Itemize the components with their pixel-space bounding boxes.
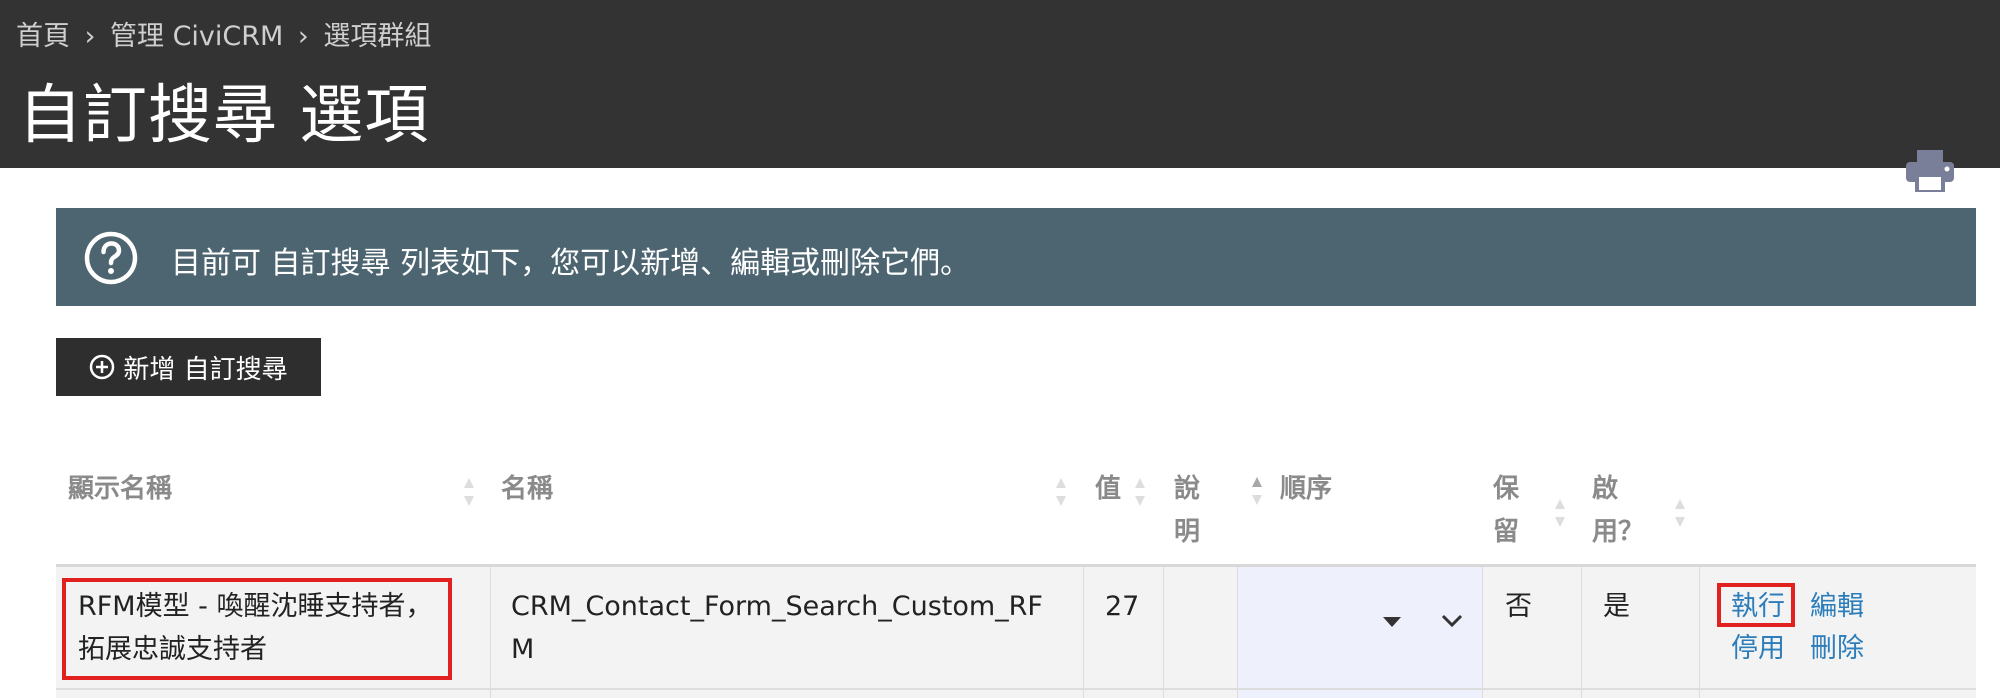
breadcrumb-separator: › <box>84 21 96 52</box>
column-header-enabled-line1: 啟 <box>1592 474 1619 504</box>
sort-icon[interactable] <box>1134 476 1146 508</box>
column-divider <box>1699 567 1700 698</box>
breadcrumb: 首頁 › 管理 CiviCRM › 選項群組 <box>16 14 431 53</box>
print-icon[interactable] <box>1906 150 1954 192</box>
order-cell <box>1238 567 1482 698</box>
plus-circle-icon <box>90 354 115 380</box>
breadcrumb-option-groups[interactable]: 選項群組 <box>323 21 431 52</box>
delete-link[interactable]: 刪除 <box>1810 627 1864 670</box>
breadcrumb-separator: › <box>297 21 309 52</box>
column-header-enabled[interactable]: 啟 用？ <box>1592 468 1644 554</box>
row-divider <box>56 688 1976 690</box>
column-divider <box>1581 567 1582 698</box>
move-down-icon[interactable] <box>1383 617 1401 627</box>
page-title: 自訂搜尋 選項 <box>18 79 430 153</box>
page-header: 首頁 › 管理 CiviCRM › 選項群組 自訂搜尋 選項 <box>0 0 2000 168</box>
label-highlight <box>62 578 452 680</box>
column-divider <box>490 567 491 698</box>
column-header-value[interactable]: 值 <box>1095 468 1121 511</box>
sort-icon[interactable] <box>1674 497 1686 529</box>
sort-asc-icon[interactable] <box>1251 475 1263 507</box>
column-header-name[interactable]: 名稱 <box>501 468 553 511</box>
chevron-down-icon[interactable] <box>1441 614 1463 628</box>
row-enabled: 是 <box>1603 591 1630 622</box>
disable-link[interactable]: 停用 <box>1731 627 1785 670</box>
row-name: CRM_Contact_Form_Search_Custom_RF M <box>511 585 1043 671</box>
help-text: 目前可 自訂搜尋 列表如下，您可以新增、編輯或刪除它們。 <box>171 246 971 281</box>
column-header-reserved-line1: 保 <box>1493 474 1520 504</box>
column-divider <box>1163 567 1164 698</box>
sort-icon[interactable] <box>1554 497 1566 529</box>
column-divider <box>1083 567 1084 698</box>
column-header-description[interactable]: 說 明 <box>1174 468 1200 554</box>
edit-link[interactable]: 編輯 <box>1810 585 1864 628</box>
breadcrumb-admin[interactable]: 管理 CiviCRM <box>110 21 283 52</box>
add-custom-search-button[interactable]: 新增 自訂搜尋 <box>56 338 321 396</box>
column-header-order[interactable]: 順序 <box>1280 468 1332 511</box>
column-header-description-line1: 說 <box>1174 474 1201 504</box>
column-header-reserved[interactable]: 保 留 <box>1493 468 1519 554</box>
run-highlight <box>1717 583 1795 627</box>
row-reserved: 否 <box>1505 591 1532 622</box>
column-divider <box>1237 567 1238 698</box>
row-name-line2: M <box>511 634 535 665</box>
column-header-label[interactable]: 顯示名稱 <box>68 468 172 511</box>
help-icon <box>84 231 138 285</box>
add-button-label: 新增 自訂搜尋 <box>123 354 288 385</box>
column-header-reserved-line2: 留 <box>1493 517 1520 547</box>
help-message: 目前可 自訂搜尋 列表如下，您可以新增、編輯或刪除它們。 <box>56 208 1976 306</box>
column-divider <box>1482 567 1483 698</box>
column-header-description-line2: 明 <box>1174 517 1201 547</box>
sort-icon[interactable] <box>463 476 475 508</box>
column-header-enabled-line2: 用？ <box>1592 517 1645 547</box>
row-value: 27 <box>1105 591 1140 622</box>
breadcrumb-home[interactable]: 首頁 <box>16 21 70 52</box>
sort-icon[interactable] <box>1055 476 1067 508</box>
row-name-line1: CRM_Contact_Form_Search_Custom_RF <box>511 591 1043 622</box>
